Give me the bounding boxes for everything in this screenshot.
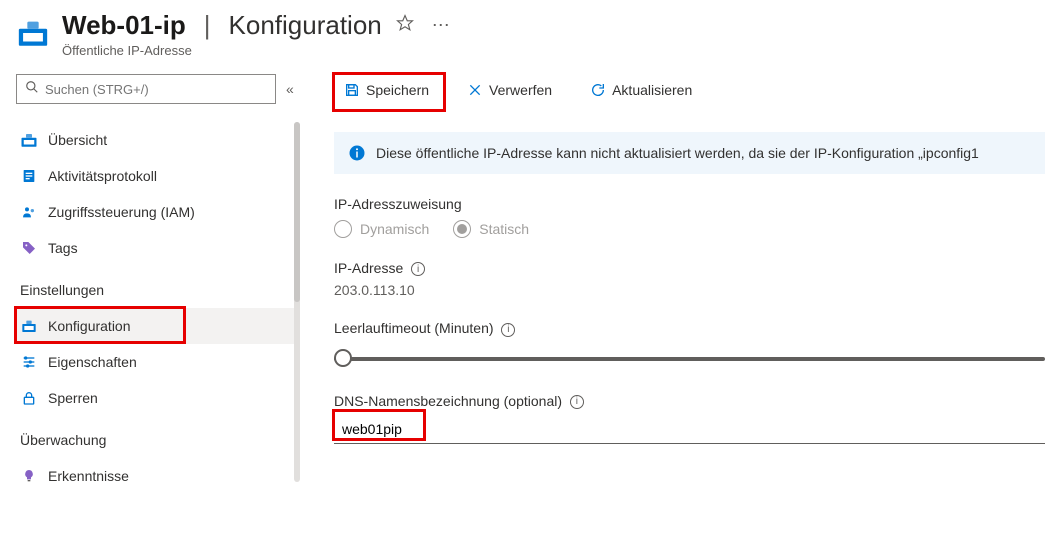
lock-icon bbox=[20, 389, 38, 407]
sidebar-item-label: Aktivitätsprotokoll bbox=[48, 168, 157, 184]
public-ip-icon bbox=[16, 16, 50, 50]
close-icon bbox=[467, 82, 483, 98]
page-title: Konfiguration bbox=[229, 10, 382, 41]
idle-timeout-label: Leerlauftimeout (Minuten) i bbox=[334, 320, 1045, 336]
info-small-icon[interactable]: i bbox=[570, 395, 584, 409]
resource-type-label: Öffentliche IP-Adresse bbox=[62, 43, 454, 58]
sidebar-item-insights[interactable]: Erkenntnisse bbox=[16, 458, 300, 494]
sidebar-item-activity-log[interactable]: Aktivitätsprotokoll bbox=[16, 158, 300, 194]
sidebar-item-overview[interactable]: Übersicht bbox=[16, 122, 300, 158]
sidebar-item-properties[interactable]: Eigenschaften bbox=[16, 344, 300, 380]
refresh-icon bbox=[590, 82, 606, 98]
radio-static: Statisch bbox=[453, 220, 529, 238]
sidebar-item-iam[interactable]: Zugriffssteuerung (IAM) bbox=[16, 194, 300, 230]
idle-timeout-slider[interactable] bbox=[334, 347, 1045, 371]
ip-assignment-label: IP-Adresszuweisung bbox=[334, 196, 1045, 212]
info-message: Diese öffentliche IP-Adresse kann nicht … bbox=[376, 145, 979, 161]
ip-address-value: 203.0.113.10 bbox=[334, 282, 1045, 298]
gear-icon bbox=[20, 317, 38, 335]
sidebar-group-settings: Einstellungen bbox=[20, 282, 300, 298]
radio-dynamic: Dynamisch bbox=[334, 220, 429, 238]
search-input-wrap[interactable] bbox=[16, 74, 276, 104]
search-input[interactable] bbox=[45, 82, 267, 97]
sidebar-group-monitoring: Überwachung bbox=[20, 432, 300, 448]
sidebar-item-label: Sperren bbox=[48, 390, 98, 406]
save-button-label: Speichern bbox=[366, 82, 429, 98]
overview-icon bbox=[20, 131, 38, 149]
ip-address-label: IP-Adresse i bbox=[334, 260, 1045, 276]
collapse-sidebar-button[interactable]: « bbox=[286, 81, 294, 97]
sidebar-item-label: Eigenschaften bbox=[48, 354, 137, 370]
radio-icon bbox=[334, 220, 352, 238]
sidebar-item-label: Übersicht bbox=[48, 132, 107, 148]
sidebar-item-label: Tags bbox=[48, 240, 78, 256]
sidebar-item-label: Erkenntnisse bbox=[48, 468, 129, 484]
tag-icon bbox=[20, 239, 38, 257]
properties-icon bbox=[20, 353, 38, 371]
save-icon bbox=[344, 82, 360, 98]
radio-static-label: Statisch bbox=[479, 221, 529, 237]
info-bar: Diese öffentliche IP-Adresse kann nicht … bbox=[334, 132, 1045, 174]
search-icon bbox=[25, 80, 39, 99]
refresh-button[interactable]: Aktualisieren bbox=[580, 76, 702, 104]
radio-icon bbox=[453, 220, 471, 238]
iam-icon bbox=[20, 203, 38, 221]
discard-button[interactable]: Verwerfen bbox=[457, 76, 562, 104]
sidebar-item-locks[interactable]: Sperren bbox=[16, 380, 300, 416]
info-small-icon[interactable]: i bbox=[501, 323, 515, 337]
save-button[interactable]: Speichern bbox=[334, 76, 439, 104]
sidebar-item-label: Konfiguration bbox=[48, 318, 131, 334]
sidebar-item-configuration[interactable]: Konfiguration bbox=[16, 308, 300, 344]
info-small-icon[interactable]: i bbox=[411, 262, 425, 276]
sidebar-item-label: Zugriffssteuerung (IAM) bbox=[48, 204, 195, 220]
resource-name: Web-01-ip bbox=[62, 10, 186, 41]
more-button[interactable]: ⋯ bbox=[428, 11, 454, 40]
refresh-button-label: Aktualisieren bbox=[612, 82, 692, 98]
favorite-button[interactable] bbox=[392, 10, 418, 41]
insights-icon bbox=[20, 467, 38, 485]
dns-label: DNS-Namensbezeichnung (optional) i bbox=[334, 393, 1045, 409]
title-separator: | bbox=[204, 10, 211, 41]
discard-button-label: Verwerfen bbox=[489, 82, 552, 98]
dns-input[interactable] bbox=[334, 415, 1045, 444]
sidebar-item-tags[interactable]: Tags bbox=[16, 230, 300, 266]
info-icon bbox=[348, 144, 366, 162]
activity-log-icon bbox=[20, 167, 38, 185]
radio-dynamic-label: Dynamisch bbox=[360, 221, 429, 237]
